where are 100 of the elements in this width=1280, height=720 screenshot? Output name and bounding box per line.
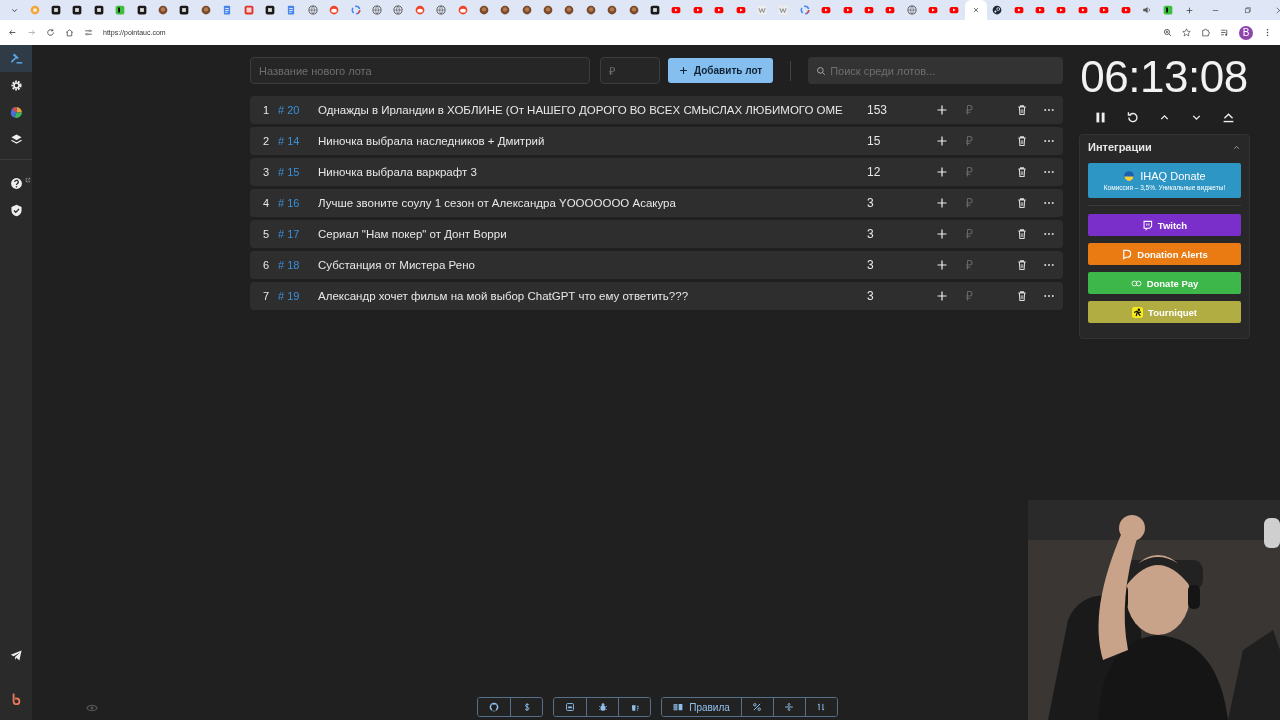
- avatar-icon: [585, 5, 596, 15]
- drop-logo-icon: [1123, 170, 1136, 182]
- video-icon: [1099, 5, 1110, 15]
- site-settings-icon[interactable]: [84, 28, 93, 37]
- row-index: 1: [261, 104, 271, 116]
- avatar-icon: [628, 5, 639, 15]
- square-icon: [265, 5, 275, 15]
- avatar-icon: [607, 5, 618, 15]
- globe-icon: [307, 5, 318, 15]
- lot-amount: 15: [866, 134, 882, 148]
- ruble-icon: [963, 228, 975, 240]
- wiki-icon: [778, 5, 789, 15]
- square-icon: [1163, 5, 1174, 15]
- avatar-icon: [478, 5, 489, 15]
- lot-id: # 19: [278, 290, 301, 302]
- dollar-button[interactable]: [510, 698, 543, 716]
- paper-plane-icon: [9, 649, 23, 662]
- lot-name-field[interactable]: Название нового лота: [250, 57, 590, 84]
- circle-icon: [29, 5, 40, 15]
- square-icon: [115, 5, 126, 15]
- video-icon: [671, 5, 682, 15]
- star-icon[interactable]: [1182, 28, 1191, 37]
- square-icon: [650, 5, 660, 15]
- restart-icon: [1125, 110, 1139, 124]
- globe-icon: [906, 5, 917, 15]
- trash-list-button[interactable]: [618, 698, 651, 716]
- eye-icon[interactable]: [86, 702, 98, 714]
- lot-amount: 153: [866, 103, 889, 117]
- video-icon: [885, 5, 896, 15]
- document-icon: [222, 5, 233, 15]
- video-icon: [1077, 5, 1088, 15]
- gear-icon: [9, 79, 23, 92]
- square-icon: [179, 5, 190, 15]
- profile-button[interactable]: B: [1239, 25, 1253, 40]
- delete-icon: [1016, 228, 1028, 240]
- plus-icon: [679, 66, 688, 75]
- price-field[interactable]: ₽: [600, 57, 660, 84]
- lot-id: # 16: [278, 197, 301, 209]
- globe-icon: [371, 5, 382, 15]
- restore-icon[interactable]: [1242, 5, 1252, 15]
- lot-name: Однажды в Ирландии в ХОБЛИНЕ (От НАШЕГО ДОРОГО ВО ВСЕХ СМЫСЛАХ ЛЮБИМОГО ОМЕ: [318, 104, 844, 116]
- sort-icon: [816, 702, 827, 712]
- percent-icon: [752, 702, 763, 712]
- plus-icon: [935, 259, 948, 271]
- archive-icon: [565, 702, 576, 712]
- wiki-icon: [756, 5, 767, 15]
- square-icon: [72, 5, 83, 15]
- avatar-icon: [564, 5, 575, 15]
- lot-amount: 3: [866, 289, 875, 303]
- search-field[interactable]: Поиск среди лотов...: [808, 57, 1063, 84]
- linked-rings-icon: [1130, 277, 1142, 289]
- media-icon[interactable]: [1220, 28, 1229, 37]
- row-index: 4: [261, 197, 271, 209]
- plus-icon: [935, 166, 948, 178]
- lot-id: # 17: [278, 228, 301, 240]
- runner-icon: [1132, 306, 1144, 318]
- layers-icon: [9, 133, 23, 146]
- reload-icon[interactable]: [46, 28, 55, 37]
- avatar-icon: [158, 5, 169, 15]
- video-icon: [1120, 5, 1131, 15]
- lot-amount: 3: [866, 258, 875, 272]
- lot-id: # 14: [278, 135, 301, 147]
- help-icon: [9, 177, 23, 190]
- bug-icon: [597, 702, 608, 712]
- plus-icon: [935, 197, 948, 209]
- row-index: 5: [261, 228, 271, 240]
- github-icon: [489, 702, 500, 712]
- delete-icon: [1016, 135, 1028, 147]
- video-icon: [1035, 5, 1046, 15]
- ruble-icon: [963, 197, 975, 209]
- ruble-icon: [963, 166, 975, 178]
- lot-name: Ниночка выбрала варкрафт 3: [318, 166, 478, 178]
- back-icon[interactable]: [8, 28, 17, 37]
- lot-name: Субстанция от Мистера Рено: [318, 259, 476, 271]
- close-icon: [971, 6, 980, 14]
- plus-icon[interactable]: [1184, 5, 1194, 15]
- integration-button[interactable]: Twitch: [1088, 214, 1241, 236]
- home-icon[interactable]: [65, 28, 74, 37]
- ruble-icon: [963, 259, 975, 271]
- lot-id: # 18: [278, 259, 301, 271]
- lot-name: Александр хочет фильм на мой выбор ChatGPT что ему ответить???: [318, 290, 690, 302]
- plus-icon: [935, 228, 948, 240]
- zoom-icon[interactable]: [1163, 28, 1172, 37]
- book-icon: [673, 702, 684, 712]
- lot-id: # 20: [278, 104, 301, 116]
- search-icon: [816, 65, 827, 76]
- lot-id: # 15: [278, 166, 301, 178]
- video-icon: [1013, 5, 1024, 15]
- twitch-icon: [1141, 219, 1153, 231]
- add-lot-button[interactable]: Добавить лот: [668, 58, 774, 83]
- puzzle-icon[interactable]: [1201, 28, 1210, 37]
- trash-list-icon: [629, 702, 640, 712]
- video-icon: [821, 5, 832, 15]
- timer-display: 06:13:08: [1079, 51, 1249, 103]
- video-icon: [1056, 5, 1067, 15]
- video-icon: [842, 5, 853, 15]
- external-link-icon: [25, 177, 31, 183]
- close-icon[interactable]: [1274, 5, 1280, 15]
- sort-button[interactable]: [804, 698, 837, 716]
- lot-amount: 3: [866, 227, 875, 241]
